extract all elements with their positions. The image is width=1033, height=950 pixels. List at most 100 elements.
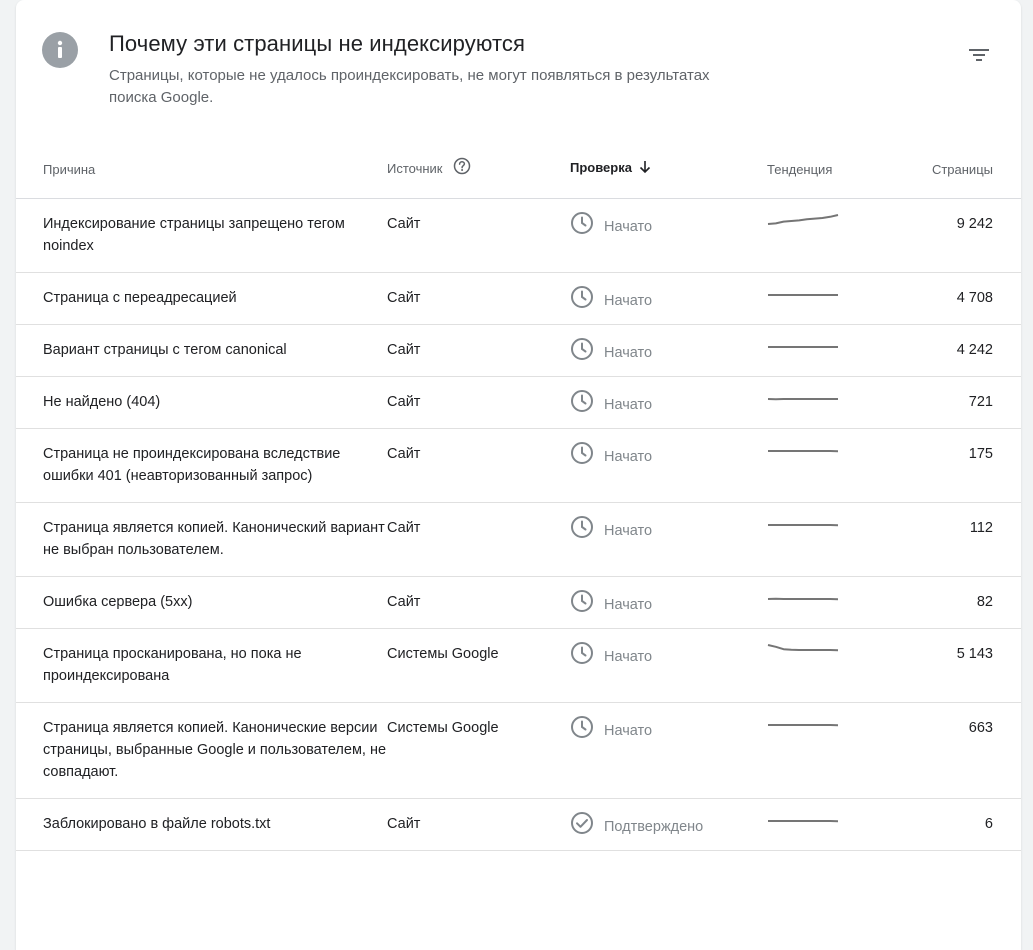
column-label-reason: Причина [43,161,96,177]
column-header-source[interactable]: Источник [387,140,570,199]
card-title: Почему эти страницы не индексируются [109,31,525,56]
source-text: Сайт [387,342,421,358]
source-cell: Сайт [387,272,570,325]
table-row[interactable]: Страница является копией. Канонические в… [16,702,1021,799]
trend-cell [767,576,887,629]
table-row[interactable]: Страница не проиндексирована вследствие … [16,428,1021,503]
column-header-pages[interactable]: Страницы [887,140,1021,199]
clock-icon [570,641,604,672]
trend-cell [767,628,887,703]
source-cell: Сайт [387,376,570,429]
clock-icon [570,589,604,620]
pages-count: 9 242 [956,216,993,232]
index-issues-card: Почему эти страницы не индексируются Стр… [16,0,1021,950]
table-row[interactable]: Вариант страницы с тегом canonical Сайт На… [16,324,1021,377]
clock-icon [570,515,604,546]
pages-count: 175 [968,446,993,462]
pages-count: 721 [968,394,993,410]
pages-cell: 4 242 [887,324,1021,377]
pages-count: 5 143 [956,646,993,662]
reason-text: Заблокировано в файле robots.txt [43,816,271,832]
check-cell: Начато [570,272,767,325]
clock-icon [570,337,604,368]
table-row[interactable]: Заблокировано в файле robots.txt Сайт Подт… [16,798,1021,851]
pages-cell: 5 143 [887,628,1021,703]
source-text: Системы Google [387,720,499,736]
filter-button[interactable] [964,40,994,70]
trend-sparkline [768,524,839,527]
reason-text: Страница является копией. Канонические в… [43,720,387,780]
table-row[interactable]: Страница просканирована, но пока не прои… [16,628,1021,703]
reason-text: Страница просканирована, но пока не прои… [43,646,302,684]
column-label-source: Источник [387,160,443,176]
source-cell: Сайт [387,324,570,377]
trend-sparkline [768,346,838,348]
reason-cell: Индексирование страницы запрещено тегом … [16,198,387,273]
table-row[interactable]: Страница является копией. Канонический в… [16,502,1021,577]
help-icon[interactable] [453,157,471,178]
pages-cell: 175 [887,428,1021,503]
trend-sparkline [767,597,839,601]
source-text: Сайт [387,216,421,232]
status-text: Начато [604,292,653,309]
trend-cell [767,272,887,325]
source-cell: Системы Google [387,702,570,799]
reason-text: Индексирование страницы запрещено тегом … [43,216,345,254]
clock-icon [570,389,604,420]
clock-icon [570,211,604,242]
trend-cell [767,428,887,503]
table-row[interactable]: Ошибка сервера (5xx) Сайт Начато 82 [16,576,1021,629]
pages-cell: 6 [887,798,1021,851]
table-row[interactable]: Индексирование страницы запрещено тегом … [16,198,1021,273]
check-circle-icon [570,811,604,842]
card-subtitle: Страницы, которые не удалось проиндексир… [109,67,710,106]
column-label-pages: Страницы [931,161,993,177]
status-text: Начато [604,396,653,413]
source-text: Сайт [387,594,421,610]
source-text: Сайт [387,446,421,462]
reason-cell: Ошибка сервера (5xx) [16,576,387,629]
reason-cell: Страница является копией. Канонические в… [16,702,387,799]
table-row[interactable]: Не найдено (404) Сайт Начато 721 [16,376,1021,429]
reason-cell: Страница не проиндексирована вследствие … [16,428,387,503]
status-text: Начато [604,218,653,235]
reason-text: Страница с переадресацией [43,290,237,306]
filter-icon [969,49,989,61]
trend-cell [767,324,887,377]
pages-count: 4 242 [956,342,993,358]
check-cell: Начато [570,576,767,629]
pages-count: 112 [969,520,993,536]
source-text: Сайт [387,394,421,410]
trend-cell [767,702,887,799]
check-cell: Начато [570,428,767,503]
column-header-trend[interactable]: Тенденция [767,140,887,199]
source-text: Сайт [387,520,421,536]
clock-icon [570,441,604,472]
check-cell: Начато [570,324,767,377]
trend-sparkline [768,294,838,296]
table-row[interactable]: Страница с переадресацией Сайт Начато 4 708 [16,272,1021,325]
reason-text: Страница не проиндексирована вследствие … [43,446,341,484]
source-cell: Сайт [387,798,570,851]
check-cell: Начато [570,198,767,273]
pages-count: 4 708 [956,290,993,306]
reason-text: Страница является копией. Канонический в… [43,520,385,558]
column-header-reason[interactable]: Причина [16,140,387,199]
column-header-check[interactable]: Проверка [570,140,767,199]
pages-cell: 82 [887,576,1021,629]
pages-cell: 721 [887,376,1021,429]
check-cell: Начато [570,702,767,799]
status-text: Начато [604,522,653,539]
reason-text: Не найдено (404) [43,394,161,410]
status-text: Начато [604,648,653,665]
trend-sparkline [768,450,839,453]
reason-cell: Страница является копией. Канонический в… [16,502,387,577]
pages-cell: 9 242 [887,198,1021,273]
trend-sparkline [767,214,839,225]
trend-sparkline [767,644,839,652]
trend-sparkline [768,820,839,823]
source-text: Сайт [387,816,421,832]
reason-cell: Вариант страницы с тегом canonical [16,324,387,377]
clock-icon [570,285,604,316]
source-cell: Системы Google [387,628,570,703]
